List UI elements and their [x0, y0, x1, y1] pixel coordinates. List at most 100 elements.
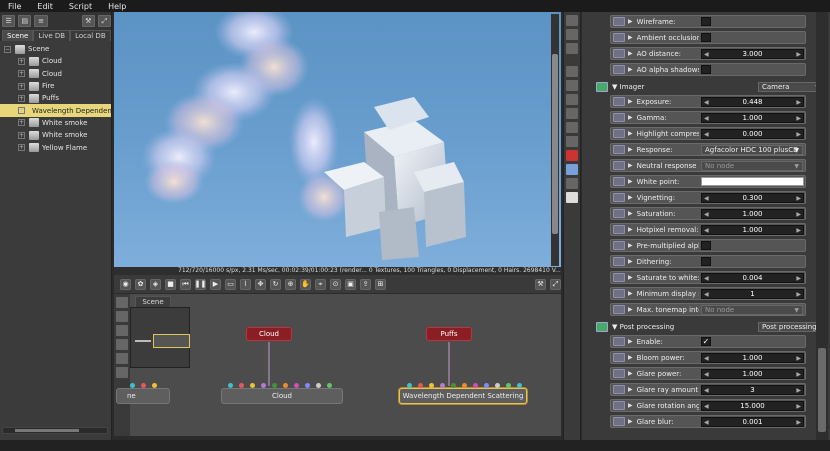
checkbox[interactable]: ✓: [701, 337, 711, 346]
scrollbar-thumb[interactable]: [818, 348, 826, 432]
expand-arrow-icon[interactable]: ▶: [628, 146, 633, 153]
value-dropdown[interactable]: No node ▼: [701, 305, 803, 315]
tool-icon[interactable]: [566, 66, 578, 77]
decrement-icon[interactable]: ◀: [704, 290, 709, 299]
expand-arrow-icon[interactable]: ▶: [628, 418, 633, 425]
tool-icon[interactable]: [566, 94, 578, 105]
expand-arrow-icon[interactable]: ▶: [628, 114, 633, 121]
menu-help[interactable]: Help: [100, 2, 134, 11]
zoom-icon[interactable]: ⊕: [285, 278, 296, 290]
color-swatch[interactable]: [701, 177, 804, 186]
tree-item[interactable]: + Cloud: [0, 68, 111, 80]
section-type-dropdown[interactable]: Camera▼: [758, 81, 824, 92]
node-pin[interactable]: [305, 383, 310, 388]
menu-edit[interactable]: Edit: [29, 2, 61, 11]
tool-icon[interactable]: [566, 15, 578, 26]
decrement-icon[interactable]: ◀: [704, 114, 709, 123]
expand-arrow-icon[interactable]: ▶: [628, 242, 633, 249]
region-icon[interactable]: ▭: [225, 278, 236, 290]
node-pin[interactable]: [429, 383, 434, 388]
node-pin[interactable]: [141, 383, 146, 388]
node-pin[interactable]: [473, 383, 478, 388]
pause-button[interactable]: ❚❚: [195, 278, 206, 290]
inspector-row[interactable]: ▶ Saturation: ◀ 1.000 ▶: [610, 207, 806, 220]
inspector-row[interactable]: ▶ Enable: ✓: [610, 335, 806, 348]
expand-toggle-icon[interactable]: +: [18, 131, 25, 139]
outliner-hscrollbar[interactable]: [2, 427, 108, 434]
decrement-icon[interactable]: ◀: [704, 274, 709, 283]
inspector-row[interactable]: ▶ Glare power: ◀ 1.000 ▶: [610, 367, 806, 380]
inspector-row[interactable]: ▶Glare rotation angle:◀15.000▶: [610, 399, 806, 412]
increment-icon[interactable]: ▶: [796, 210, 801, 219]
inspector-row[interactable]: ▶ Glare ray amount: ◀ 3 ▶: [610, 383, 806, 396]
value-slider[interactable]: ◀ 1.000 ▶: [701, 353, 804, 363]
increment-icon[interactable]: ▶: [796, 226, 801, 235]
node-puffs-source[interactable]: Puffs: [426, 327, 472, 341]
focus-icon[interactable]: ◈: [150, 278, 161, 290]
graph-tool-icon[interactable]: [116, 367, 128, 378]
expand-arrow-icon[interactable]: ▶: [628, 34, 633, 41]
expand-arrow-icon[interactable]: ▶: [628, 178, 633, 185]
inspector-row[interactable]: ▶ Exposure: ◀ 0.448 ▶: [610, 95, 806, 108]
node-pin[interactable]: [272, 383, 277, 388]
save-image-icon[interactable]: ▣: [345, 278, 356, 290]
expand-toggle-icon[interactable]: +: [18, 119, 25, 127]
graph-tool-icon[interactable]: [116, 297, 128, 308]
node-wavelength-dependent-scattering[interactable]: Wavelength Dependent Scattering: [399, 388, 527, 404]
expand-toggle-icon[interactable]: +: [18, 70, 25, 78]
expand-toggle-icon[interactable]: +: [18, 94, 25, 102]
node-pin[interactable]: [250, 383, 255, 388]
tool-icon[interactable]: [566, 136, 578, 147]
tree-item[interactable]: + Yellow Flame: [0, 141, 111, 153]
wrench-icon[interactable]: ⚒: [81, 15, 95, 27]
expand-arrow-icon[interactable]: ▶: [628, 66, 633, 73]
node-pin[interactable]: [327, 383, 332, 388]
red-sphere-icon[interactable]: [566, 150, 578, 161]
tool-icon[interactable]: [566, 108, 578, 119]
expand-arrow-icon[interactable]: ▶: [628, 194, 633, 201]
node-pin[interactable]: [418, 383, 423, 388]
decrement-icon[interactable]: ◀: [704, 130, 709, 139]
expand-toggle-icon[interactable]: +: [18, 82, 25, 90]
expand-toggle-icon[interactable]: +: [18, 107, 25, 115]
increment-icon[interactable]: ▶: [796, 98, 801, 107]
increment-icon[interactable]: ▶: [796, 354, 801, 363]
inspector-row[interactable]: ▶ Glare blur: ◀ 0.001 ▶: [610, 415, 806, 428]
pan-icon[interactable]: ✋: [300, 278, 311, 290]
inspector-section[interactable]: ▼ Post processingPost processing▼: [596, 320, 824, 333]
picker-icon[interactable]: ⌖: [315, 278, 326, 290]
checkbox[interactable]: [701, 65, 711, 74]
scrollbar-thumb[interactable]: [552, 54, 558, 234]
decrement-icon[interactable]: ◀: [704, 210, 709, 219]
collapse-arrow-icon[interactable]: ▼: [612, 83, 617, 91]
expand-arrow-icon[interactable]: ▶: [628, 226, 633, 233]
tool-icon[interactable]: [566, 122, 578, 133]
menu-script[interactable]: Script: [61, 2, 100, 11]
value-slider[interactable]: ◀ 3.000 ▶: [701, 49, 804, 59]
increment-icon[interactable]: ▶: [796, 402, 801, 411]
graph-tool-icon[interactable]: [116, 311, 128, 322]
tree-item[interactable]: + Fire: [0, 80, 111, 92]
tab-live-db[interactable]: Live DB: [33, 30, 71, 41]
expand-arrow-icon[interactable]: ▶: [628, 370, 633, 377]
decrement-icon[interactable]: ◀: [704, 402, 709, 411]
inspector-row[interactable]: ▶Pre-multiplied alpha:: [610, 239, 806, 252]
tree-item[interactable]: + White smoke: [0, 129, 111, 141]
node-pin[interactable]: [294, 383, 299, 388]
inspector-row[interactable]: ▶ AO alpha shadows:: [610, 63, 806, 76]
tree-item[interactable]: + White smoke: [0, 117, 111, 129]
node-pin[interactable]: [506, 383, 511, 388]
tree-item[interactable]: + Wavelength Dependen: [0, 104, 111, 117]
value-slider[interactable]: ◀ 3 ▶: [701, 385, 804, 395]
tool-icon[interactable]: [566, 43, 578, 54]
expand-arrow-icon[interactable]: ▶: [628, 274, 633, 281]
scrollbar-thumb[interactable]: [15, 429, 79, 432]
value-dropdown[interactable]: Agfacolor HDC 100 plusCD ▼: [701, 145, 803, 155]
value-dropdown[interactable]: No node ▼: [701, 161, 803, 171]
decrement-icon[interactable]: ◀: [704, 370, 709, 379]
layers-icon[interactable]: ▤: [18, 15, 32, 27]
tool-icon[interactable]: [566, 178, 578, 189]
rotate-icon[interactable]: ↻: [270, 278, 281, 290]
expand-arrow-icon[interactable]: ▶: [628, 50, 633, 57]
expand-arrow-icon[interactable]: ▶: [628, 354, 633, 361]
